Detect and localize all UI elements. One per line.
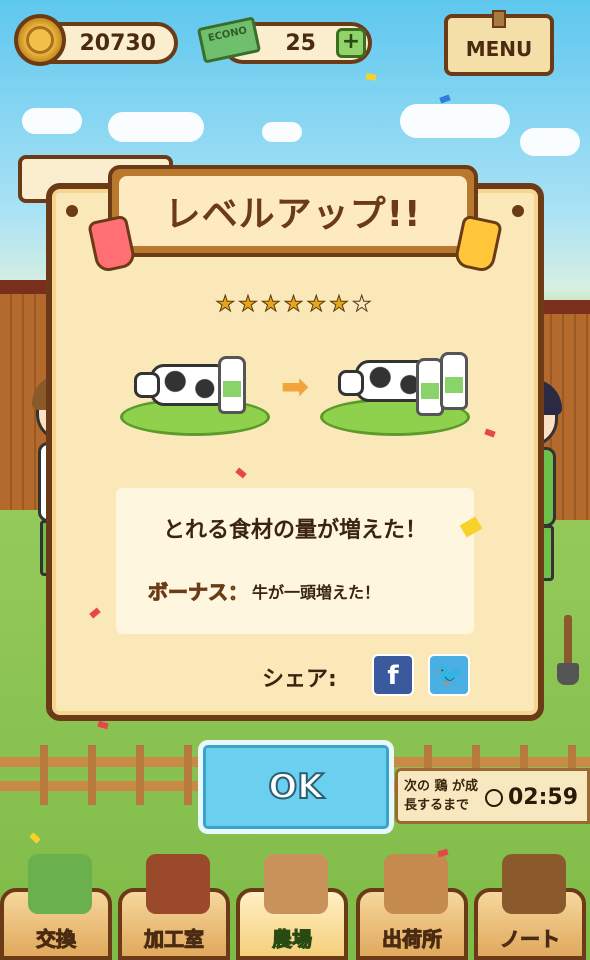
tab-2[interactable]: 加工室	[118, 854, 230, 960]
coin-icon	[14, 14, 66, 66]
add-tickets-button[interactable]: +	[336, 28, 366, 58]
star-icon: ★	[306, 292, 330, 318]
tab-3[interactable]: 農場	[236, 854, 348, 960]
arrow-right-icon: ➡	[280, 367, 310, 407]
confetti	[439, 94, 451, 104]
facebook-share-button[interactable]: f	[372, 654, 414, 696]
cow-head-icon	[338, 370, 364, 396]
sign-hanger	[492, 10, 506, 28]
cloud	[400, 104, 510, 138]
oven-icon	[146, 854, 210, 914]
bottom-tab-bar: 交換 加工室 農場 出荷所 ノート	[0, 838, 590, 960]
star-icon: ★	[283, 292, 307, 318]
shipping-box-icon	[384, 854, 448, 914]
confetti	[365, 73, 377, 81]
menu-button[interactable]: MENU	[444, 10, 554, 76]
tab-label: 出荷所	[382, 927, 443, 952]
menu-label: MENU	[465, 37, 533, 61]
message-box: とれる食材の量が増えた！ ボーナス： 牛が一頭増えた！	[116, 488, 474, 634]
dialog-title: レベルアップ!!	[119, 176, 467, 246]
bonus-label: ボーナス：	[148, 580, 249, 605]
growth-timer: 次の 鶏 が成長するまで 02:59	[395, 768, 590, 824]
ok-button[interactable]: OK	[198, 740, 394, 834]
cloud	[262, 122, 302, 142]
shovel-icon[interactable]	[557, 615, 579, 685]
cow-head-icon	[134, 372, 160, 398]
star-icon: ★	[329, 292, 352, 318]
coin-amount: 20730	[79, 30, 156, 56]
tab-4[interactable]: 出荷所	[356, 854, 468, 960]
timer-value: 02:59	[508, 785, 579, 810]
ticket-brand: ECONO	[207, 25, 249, 45]
bonus-row: ボーナス： 牛が一頭増えた！	[148, 576, 381, 605]
bonus-text: 牛が一頭増えた！	[252, 582, 381, 602]
level-up-message: とれる食材の量が増えた！	[162, 518, 427, 543]
tab-label: ノート	[500, 927, 561, 952]
confetti	[97, 720, 109, 730]
star-rating: ★★★★★★★	[0, 292, 590, 318]
star-icon: ★	[238, 292, 261, 318]
cloud	[520, 128, 580, 156]
twitter-icon: 🐦	[435, 663, 463, 688]
star-icon: ★	[260, 292, 284, 318]
cloud	[22, 108, 82, 134]
milk-bottle-icon	[440, 352, 468, 410]
title-board: レベルアップ!!	[108, 165, 478, 257]
farm-animals-icon	[264, 854, 328, 914]
tab-1[interactable]: 交換	[0, 854, 112, 960]
tab-5[interactable]: ノート	[474, 854, 586, 960]
cloud	[108, 112, 204, 142]
tab-label: 加工室	[144, 927, 205, 952]
share-label: シェア:	[262, 667, 337, 692]
ticket-amount: 25	[285, 30, 316, 56]
vegetables-icon	[28, 854, 92, 914]
tab-label: 交換	[36, 927, 77, 952]
notebook-icon	[502, 854, 566, 914]
clock-icon	[485, 789, 503, 807]
tab-label: 農場	[272, 927, 313, 952]
milk-bottle-icon	[218, 356, 246, 414]
rivet	[512, 205, 524, 217]
star-icon: ★	[215, 292, 239, 318]
ok-label: OK	[267, 766, 324, 808]
timer-label: 次の 鶏 が成長するまで	[404, 779, 479, 813]
facebook-icon: f	[387, 661, 399, 691]
twitter-share-button[interactable]: 🐦	[428, 654, 470, 696]
rivet	[66, 205, 78, 217]
star-icon: ★	[351, 292, 375, 318]
